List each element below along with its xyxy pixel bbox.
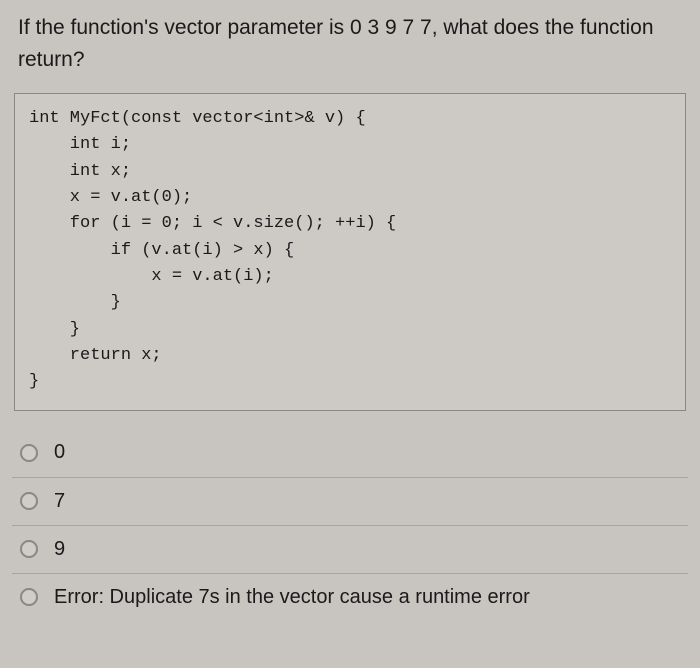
code-block: int MyFct(const vector<int>& v) { int i;…: [14, 93, 686, 411]
question-text: If the function's vector parameter is 0 …: [0, 0, 700, 85]
option-row[interactable]: 0: [12, 429, 688, 477]
code-content: int MyFct(const vector<int>& v) { int i;…: [29, 106, 671, 396]
option-label: 7: [54, 490, 65, 513]
radio-icon[interactable]: [20, 444, 38, 462]
option-label: Error: Duplicate 7s in the vector cause …: [54, 586, 530, 609]
option-label: 0: [54, 441, 65, 464]
option-label: 9: [54, 538, 65, 561]
option-row[interactable]: 9: [12, 525, 688, 573]
radio-icon[interactable]: [20, 588, 38, 606]
option-row[interactable]: 7: [12, 477, 688, 525]
options-list: 0 7 9 Error: Duplicate 7s in the vector …: [12, 429, 688, 621]
option-row[interactable]: Error: Duplicate 7s in the vector cause …: [12, 573, 688, 621]
radio-icon[interactable]: [20, 492, 38, 510]
radio-icon[interactable]: [20, 540, 38, 558]
